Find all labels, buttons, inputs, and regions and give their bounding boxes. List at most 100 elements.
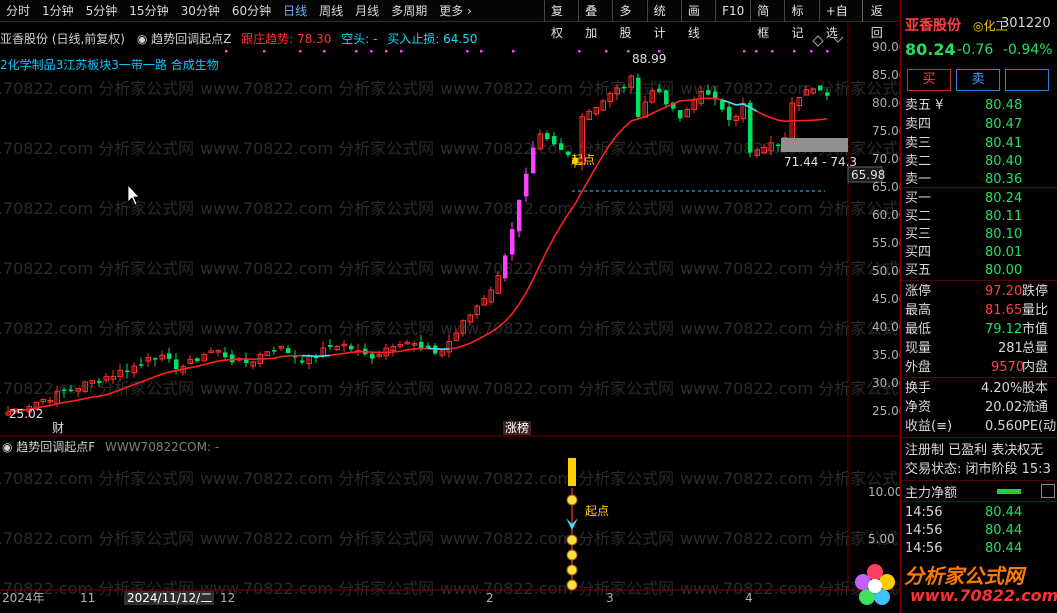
candle <box>159 350 165 362</box>
moving-average-group <box>7 97 828 413</box>
stat-row: 最高 81.65 量比 <box>905 303 1049 318</box>
signal-dot <box>225 50 228 53</box>
stat-row: 现量 281 总量 <box>905 341 1049 356</box>
price-tick: 30.00 <box>872 376 907 390</box>
candle <box>314 353 319 363</box>
flower-logo-icon <box>855 564 895 605</box>
ask-row: 卖四 80.47 <box>905 117 1023 132</box>
indicator-name[interactable]: ◉ 趋势回调起点Z <box>137 32 232 46</box>
sub-qidian-label: 起点 <box>585 504 609 518</box>
cai-label: 财 <box>52 421 64 435</box>
signal-dot <box>793 50 796 53</box>
stock-label: 亚香股份 (日线,前复权) <box>0 32 125 46</box>
signal-dot <box>480 50 483 53</box>
candle <box>404 339 410 345</box>
price-tick: 65.00 <box>872 180 907 194</box>
signal-dot <box>743 50 746 53</box>
coin-icon <box>566 534 578 546</box>
candle <box>89 379 95 388</box>
signal-dot <box>466 50 469 53</box>
date-label-11: 11 <box>80 591 95 605</box>
candle <box>566 150 571 158</box>
sub-tick-5: 5.00 <box>868 532 895 546</box>
candle <box>125 363 130 379</box>
price-pct: -0.94% <box>1003 42 1053 58</box>
diamond-icon[interactable] <box>812 35 824 47</box>
candle <box>103 372 109 384</box>
chevron-down-icon[interactable] <box>832 36 844 43</box>
stat-row: 最低 79.12 市值 <box>905 322 1049 337</box>
signal-dot <box>512 50 515 53</box>
candle <box>40 398 46 405</box>
more-trade-button[interactable] <box>1005 69 1049 91</box>
candle <box>657 83 662 94</box>
price-tick: 35.00 <box>872 348 907 362</box>
price-tick: 45.00 <box>872 292 907 306</box>
candle <box>153 357 158 367</box>
trade-status-row: 交易状态: 闭市阶段 15:3 <box>905 462 1051 477</box>
candle <box>678 110 683 122</box>
ma-highlight-segment <box>301 354 331 358</box>
buy-button[interactable]: 买 <box>907 69 951 91</box>
candle <box>761 143 767 155</box>
divider <box>901 187 1057 188</box>
candle <box>642 95 648 119</box>
candle <box>776 142 781 153</box>
candle <box>622 84 627 93</box>
candle <box>145 353 151 367</box>
candle <box>272 346 277 355</box>
sector-line: 2化学制品3江苏板块3一带一路 合成生物 <box>0 58 219 72</box>
sub-indicator-group <box>566 458 578 591</box>
candle <box>264 351 270 357</box>
candle <box>244 352 249 368</box>
candle <box>97 378 102 387</box>
candle <box>517 199 522 238</box>
candle <box>789 96 795 140</box>
candle <box>117 363 123 382</box>
candle <box>803 84 809 96</box>
kline-chart[interactable]: 起点 88.99 25.02 71.44 - 74.3 65.98 涨榜 财 起… <box>0 0 900 613</box>
chart-header: 亚香股份 (日线,前复权) ◉ 趋势回调起点Z 跟庄趋势: 78.30 空头: … <box>0 31 477 48</box>
candle <box>510 222 515 261</box>
candle <box>698 85 704 107</box>
divider <box>901 480 1057 481</box>
bid-row: 买一 80.24 <box>905 191 1023 206</box>
candle <box>545 130 550 142</box>
candle <box>559 138 564 150</box>
candle <box>363 343 368 357</box>
date-label-2: 2 <box>486 591 494 605</box>
ask-row: 卖五 ¥80.48 <box>905 98 1023 113</box>
candle <box>628 74 634 93</box>
sub-tick-10: 10.00 <box>868 485 900 499</box>
low-mark-label: 25.02 <box>9 407 43 421</box>
bid-row: 买三 80.10 <box>905 227 1023 242</box>
signal-dot <box>385 50 388 53</box>
settings-icon[interactable] <box>1041 484 1055 498</box>
candle <box>82 381 88 393</box>
short-value: 空头: - <box>341 32 378 46</box>
candle <box>503 253 508 282</box>
sell-button[interactable]: 卖 <box>956 69 1000 91</box>
signal-dot <box>299 50 302 53</box>
candle <box>75 388 81 398</box>
zhangbang-label: 涨榜 <box>505 420 529 435</box>
main-flow-label: 主力净额 <box>905 486 958 501</box>
signal-dot <box>771 50 774 53</box>
divider <box>901 501 1057 502</box>
mouse-pointer-icon <box>127 183 140 206</box>
stock-name: 亚香股份 <box>905 18 961 34</box>
date-label-2024: 2024年 <box>2 591 45 605</box>
candles-group <box>5 73 830 418</box>
price-change: -0.76 <box>957 42 994 58</box>
ask-row: 卖二 80.40 <box>905 154 1023 169</box>
stock-code: 301220 <box>1001 16 1051 31</box>
candle <box>740 97 746 123</box>
marks-group <box>225 50 829 53</box>
signal-dot <box>578 50 581 53</box>
sub-indicator-header[interactable]: ◉ 趋势回调起点F WWW70822COM: - <box>2 438 219 455</box>
coin-icon <box>566 579 578 591</box>
candle <box>684 107 690 118</box>
high-mark-label: 88.99 <box>632 52 666 66</box>
candle <box>69 384 74 393</box>
signal-dot <box>323 50 326 53</box>
